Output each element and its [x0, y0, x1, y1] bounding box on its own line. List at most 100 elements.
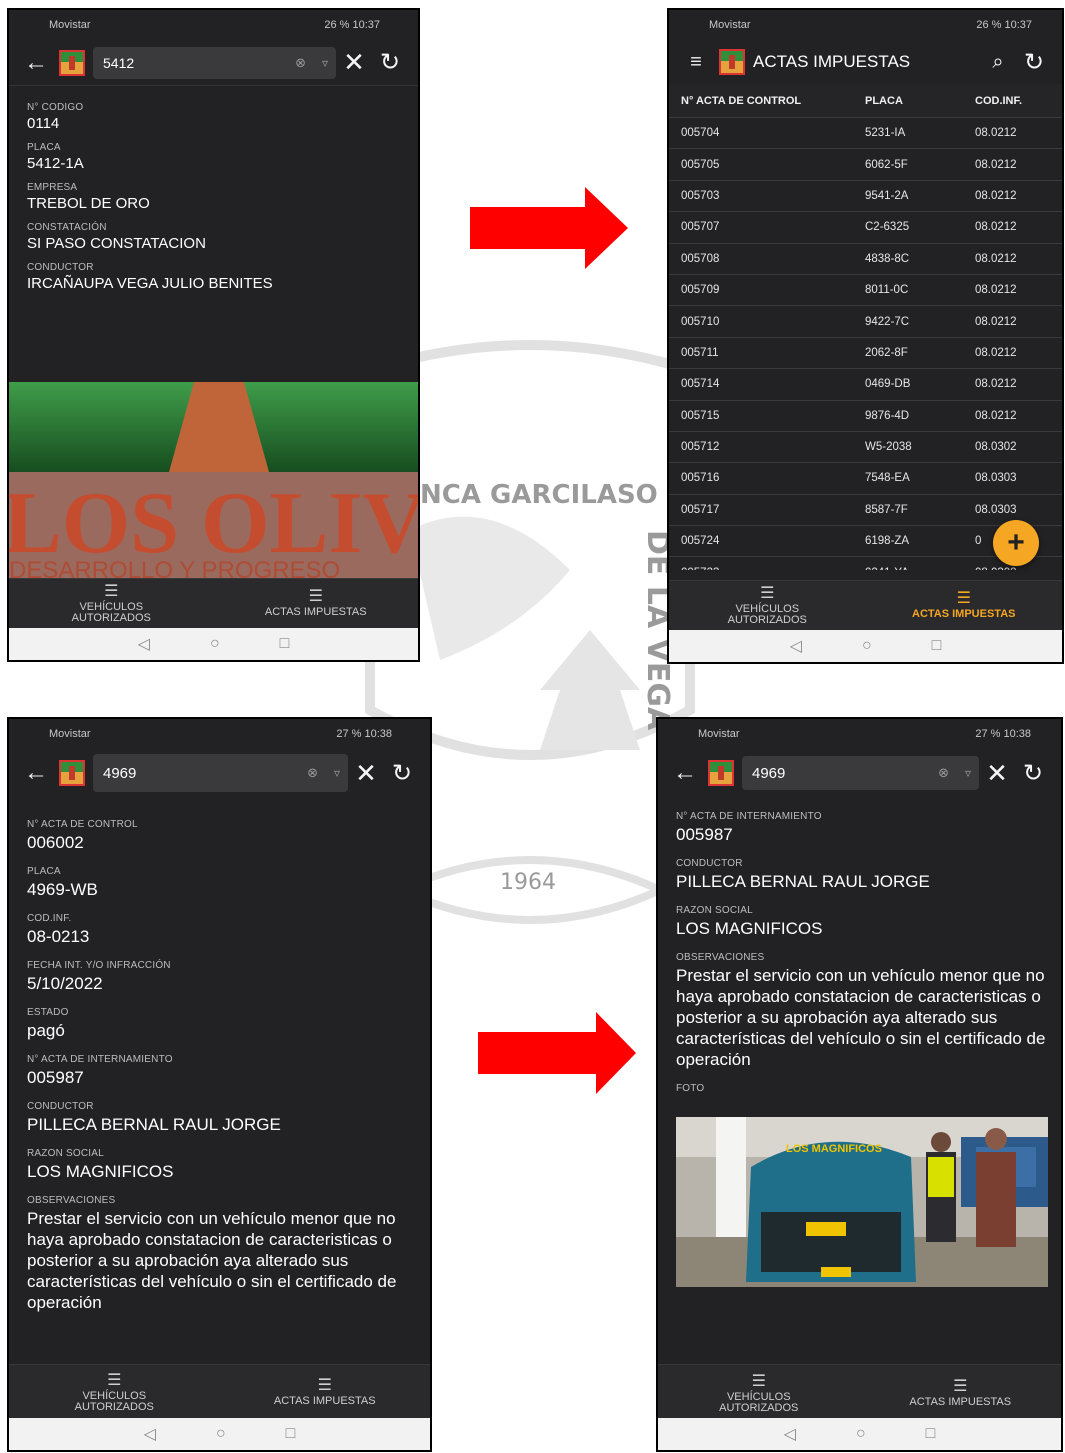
bottom-nav: ☰ VEHÍCULOS AUTORIZADOS ☰ ACTAS IMPUESTAS [658, 1364, 1061, 1422]
arrow-right-icon [470, 187, 628, 269]
back-arrow-icon[interactable]: ← [21, 759, 51, 787]
table-row[interactable]: 005716 7548-EA 08.0303 [669, 463, 1062, 495]
back-arrow-icon[interactable]: ← [670, 759, 700, 787]
table-row[interactable]: 005714 0469-DB 08.0212 [669, 369, 1062, 401]
system-home-icon[interactable]: ○ [216, 1425, 226, 1443]
table-cell: 4838-8C [865, 252, 910, 265]
app-bar: ≡ ACTAS IMPUESTAS ⌕ ↻ [669, 40, 1062, 84]
table-cell: 005723 [669, 567, 849, 570]
menu-icon[interactable]: ≡ [681, 51, 711, 74]
search-value: 5412 [103, 54, 135, 71]
refresh-icon[interactable]: ↻ [372, 48, 408, 77]
evidence-photo: LOS MAGNIFICOS [676, 1117, 1048, 1287]
table-cell: 9541-2A [865, 189, 909, 202]
app-bar: ← 4969 ⊗ ▿ ✕ ↻ [9, 749, 430, 797]
system-back-icon[interactable]: ◁ [144, 1424, 156, 1444]
nav-actas-impuestas[interactable]: ☰ ACTAS IMPUESTAS [866, 581, 1063, 630]
close-icon[interactable]: ✕ [348, 758, 384, 789]
table-cell: 08.0212 [975, 221, 1017, 234]
system-back-icon[interactable]: ◁ [138, 634, 150, 654]
table-row[interactable]: 005715 9876-4D 08.0212 [669, 401, 1062, 432]
table-row[interactable]: 005708 4838-8C 08.0212 [669, 244, 1062, 275]
field-empresa: EMPRESA TREBOL DE ORO [27, 182, 150, 212]
table-row[interactable]: 005704 5231-IA 08.0212 [669, 118, 1062, 150]
table-cell: 08.0212 [975, 284, 1017, 297]
search-icon[interactable]: ⌕ [980, 51, 1016, 74]
table-cell: 005705 [681, 158, 720, 171]
system-recents-icon[interactable]: □ [932, 637, 942, 655]
system-nav-bar: ◁ ○ □ [9, 628, 418, 660]
system-home-icon[interactable]: ○ [862, 637, 872, 655]
field-acta-internamiento: N° ACTA DE INTERNAMIENTO 005987 [676, 811, 822, 844]
system-nav-bar: ◁ ○ □ [9, 1418, 430, 1450]
system-recents-icon[interactable]: □ [280, 635, 290, 653]
bottom-nav: ☰ VEHÍCULOS AUTORIZADOS ☰ ACTAS IMPUESTAS [669, 580, 1062, 630]
table-body: 005704 5231-IA 08.0212 005705 6062-5F 08.0212… [669, 118, 1062, 570]
back-arrow-icon[interactable]: ← [21, 49, 51, 77]
system-recents-icon[interactable]: □ [926, 1425, 936, 1443]
status-bar: Movistar 27 % 10:38 [9, 719, 430, 749]
clear-icon[interactable]: ⊗ [938, 765, 949, 781]
clear-icon[interactable]: ⊗ [307, 765, 318, 781]
table-cell: 005717 [681, 503, 720, 516]
table-row[interactable]: 005712 W5-2038 08.0302 [669, 432, 1062, 464]
table-header: N° ACTA DE CONTROL PLACA COD.INF. [669, 84, 1062, 118]
search-value: 4969 [103, 764, 137, 782]
table-row[interactable]: 005705 6062-5F 08.0212 [669, 149, 1062, 181]
search-input[interactable]: 5412 ⊗ ▿ [93, 46, 336, 79]
list-icon: ☰ [751, 1372, 766, 1390]
carrier-label: Movistar [698, 728, 740, 740]
refresh-icon[interactable]: ↻ [1015, 759, 1051, 788]
table-cell: 005703 [681, 189, 720, 202]
nav-actas-impuestas[interactable]: ☰ ACTAS IMPUESTAS [860, 1365, 1062, 1422]
system-home-icon[interactable]: ○ [856, 1425, 866, 1443]
table-row[interactable]: 005709 8011-0C 08.0212 [669, 275, 1062, 307]
search-value: 4969 [752, 764, 786, 782]
field-estado: ESTADO pagó [27, 1007, 69, 1040]
table-row[interactable]: 005707 C2-6325 08.0212 [669, 212, 1062, 244]
clear-icon[interactable]: ⊗ [295, 55, 306, 71]
table-cell: 005714 [681, 378, 720, 391]
screen-acta-photo: Movistar 27 % 10:38 ← 4969 ⊗ ▿ ✕ ↻ N° AC… [656, 717, 1063, 1452]
field-razon-social: RAZON SOCIAL LOS MAGNIFICOS [27, 1148, 174, 1181]
arrow-right-icon [478, 1012, 636, 1094]
nav-vehiculos-autorizados[interactable]: ☰ VEHÍCULOS AUTORIZADOS [9, 1365, 220, 1420]
table-row[interactable]: 005717 8587-7F 08.0303 [669, 495, 1062, 527]
app-bar: ← 5412 ⊗ ▿ ✕ ↻ [9, 40, 418, 86]
table-cell: W5-2038 [865, 441, 912, 454]
list-icon: ☰ [953, 1378, 968, 1395]
col-acta[interactable]: N° ACTA DE CONTROL [669, 95, 849, 107]
nav-vehiculos-autorizados[interactable]: ☰ VEHÍCULOS AUTORIZADOS [9, 579, 214, 628]
table-cell: 6198-ZA [865, 535, 910, 548]
detail-fields: N° CODIGO 0114 PLACA 5412-1A EMPRESA TREBOL… [9, 86, 418, 314]
search-input[interactable]: 4969 ⊗ ▿ [742, 756, 979, 790]
nav-vehiculos-autorizados[interactable]: ☰ VEHÍCULOS AUTORIZADOS [669, 581, 866, 630]
filter-icon[interactable]: ▿ [334, 766, 340, 780]
table-row[interactable]: 005711 2062-8F 08.0212 [669, 338, 1062, 370]
status-right: 26 % 10:37 [976, 19, 1032, 31]
filter-icon[interactable]: ▿ [322, 56, 328, 70]
table-cell: 08.0212 [975, 346, 1017, 359]
close-icon[interactable]: ✕ [979, 758, 1015, 789]
field-placa: PLACA 4969-WB [27, 866, 98, 899]
search-input[interactable]: 4969 ⊗ ▿ [93, 754, 348, 792]
photo-banner-text: LOS MAGNIFICOS [786, 1143, 882, 1155]
close-icon[interactable]: ✕ [336, 47, 372, 78]
nav-actas-impuestas[interactable]: ☰ ACTAS IMPUESTAS [214, 579, 419, 628]
table-row[interactable]: 005703 9541-2A 08.0212 [669, 181, 1062, 213]
nav-actas-impuestas[interactable]: ☰ ACTAS IMPUESTAS [220, 1365, 431, 1420]
table-row[interactable]: 005710 9422-7C 08.0212 [669, 306, 1062, 338]
refresh-icon[interactable]: ↻ [384, 759, 420, 788]
col-placa[interactable]: PLACA [849, 95, 961, 107]
add-button[interactable]: + [993, 520, 1039, 566]
nav-vehiculos-autorizados[interactable]: ☰ VEHÍCULOS AUTORIZADOS [658, 1365, 860, 1422]
system-back-icon[interactable]: ◁ [784, 1424, 796, 1444]
status-bar: Movistar 26 % 10:37 [9, 10, 418, 40]
table-cell: 005712 [681, 441, 720, 454]
refresh-icon[interactable]: ↻ [1016, 48, 1052, 77]
system-home-icon[interactable]: ○ [210, 635, 220, 653]
filter-icon[interactable]: ▿ [965, 766, 971, 780]
system-recents-icon[interactable]: □ [286, 1425, 296, 1443]
system-back-icon[interactable]: ◁ [790, 636, 802, 656]
col-codinf[interactable]: COD.INF. [961, 95, 1062, 107]
